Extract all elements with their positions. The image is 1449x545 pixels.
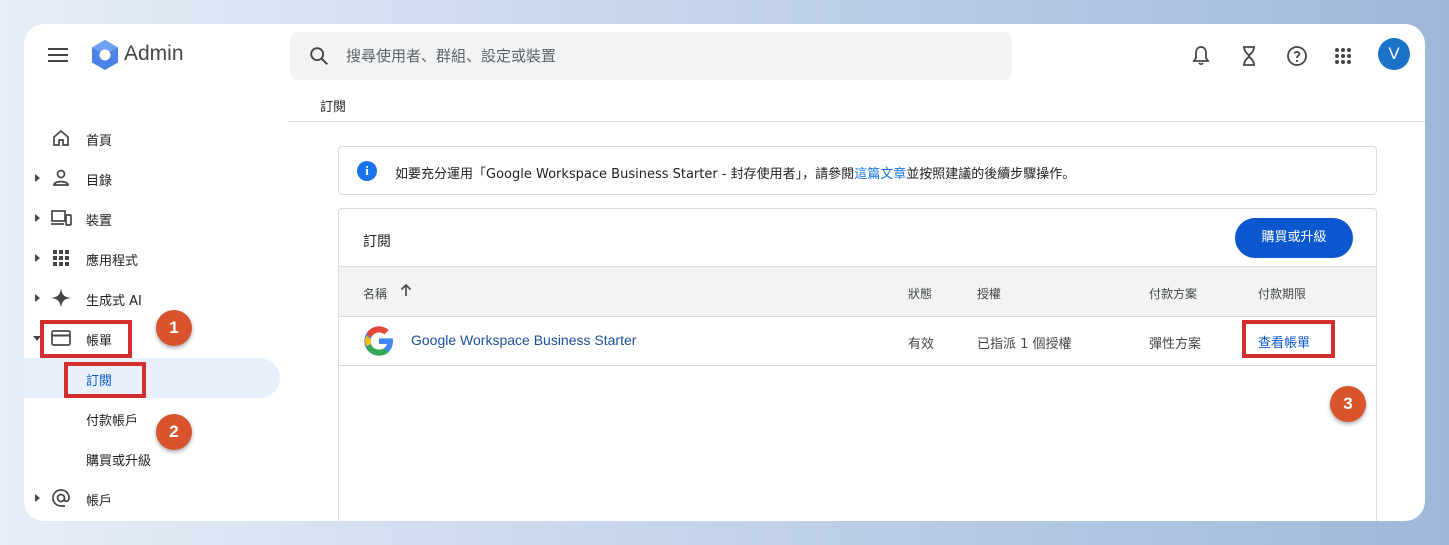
home-icon [53,129,69,146]
google-apps-icon[interactable] [1331,44,1355,68]
product-name-link[interactable]: Google Workspace Business Starter [411,332,636,348]
sidebar-item-label: 付款帳戶 [86,414,139,429]
table-row[interactable]: Google Workspace Business Starter 有效 已指派… [339,317,1376,366]
sidebar-item-devices[interactable]: 裝置 [24,198,280,238]
status-cell: 有效 [908,337,935,352]
admin-logo-icon[interactable] [88,38,122,72]
column-header-licenses: 授權 [977,287,1002,301]
sparkle-icon [51,288,71,308]
sidebar-item-label: 裝置 [86,214,113,229]
search-icon [310,47,328,65]
licenses-cell: 已指派 1 個授權 [977,337,1072,352]
sidebar-item-apps[interactable]: 應用程式 [24,238,280,278]
sidebar-item-label: 目錄 [86,174,113,189]
hamburger-line [48,54,68,56]
devices-icon [51,210,72,226]
sidebar-item-label: 應用程式 [86,254,139,269]
expand-arrow-icon[interactable] [35,214,40,222]
admin-window: Admin V [24,24,1425,521]
left-navigation: 首頁 目錄 裝置 應用程式 生成式 AI 帳單 訂閱 付款帳戶 購買或升級 帳戶… [24,118,288,521]
search-bar[interactable] [290,32,1012,80]
highlight-box-view-bill [1242,320,1335,358]
buy-or-upgrade-button[interactable]: 購買或升級 [1235,218,1353,258]
at-sign-icon [52,489,70,507]
subscriptions-card: 訂閱 購買或升級 名稱 狀態 授權 付款方案 付款期限 Google Works… [338,208,1377,521]
table-header: 名稱 狀態 授權 付款方案 付款期限 [339,266,1376,317]
expand-arrow-icon[interactable] [35,294,40,302]
sidebar-item-label: 生成式 AI [86,294,142,309]
sidebar-item-account[interactable]: 帳戶 [24,478,280,518]
callout-badge-2: 2 [156,414,192,450]
expand-arrow-icon[interactable] [35,494,40,502]
info-banner: i 如要充分運用「Google Workspace Business Start… [338,146,1377,195]
breadcrumb: 訂閱 [288,88,1425,122]
breadcrumb-current: 訂閱 [320,100,347,115]
sidebar-item-payment-accounts[interactable]: 付款帳戶 [24,398,280,438]
sidebar-item-directory[interactable]: 目錄 [24,158,280,198]
highlight-box-subscriptions [64,362,146,398]
info-article-link[interactable]: 這篇文章 [854,167,906,182]
column-header-name[interactable]: 名稱 [363,285,387,302]
sidebar-item-generative-ai[interactable]: 生成式 AI [24,278,280,318]
sidebar-item-subscriptions[interactable]: 訂閱 [24,358,280,398]
hourglass-tasks-icon[interactable] [1237,44,1261,68]
sidebar-item-label: 帳戶 [86,494,113,509]
info-text: 如要充分運用「Google Workspace Business Starter… [395,167,855,182]
top-bar: Admin V [24,24,1425,88]
expand-arrow-icon[interactable] [35,254,40,262]
callout-badge-1: 1 [156,310,192,346]
notifications-bell-icon[interactable] [1189,44,1213,68]
sidebar-item-label: 首頁 [86,134,113,149]
expand-arrow-icon[interactable] [35,174,40,182]
account-avatar[interactable]: V [1378,38,1410,70]
person-icon [53,169,69,186]
info-text: 並按照建議的後續步驟操作。 [906,167,1076,182]
column-header-plan: 付款方案 [1149,287,1198,301]
sidebar-item-buy-or-upgrade[interactable]: 購買或升級 [24,438,280,478]
help-icon[interactable] [1285,44,1309,68]
column-header-status: 狀態 [908,287,933,301]
sort-ascending-icon[interactable] [399,283,413,297]
highlight-box-billing [40,320,132,358]
callout-badge-3: 3 [1330,386,1366,422]
info-icon: i [357,161,377,181]
hamburger-line [48,60,68,62]
plan-cell: 彈性方案 [1149,337,1202,352]
card-title: 訂閱 [363,234,391,250]
column-header-payment-term: 付款期限 [1258,287,1307,301]
app-name[interactable]: Admin [124,42,184,66]
hamburger-icon [48,48,68,50]
apps-grid-icon [53,250,69,266]
main-menu-button[interactable] [48,44,70,66]
sidebar-item-label: 購買或升級 [86,454,152,469]
search-input[interactable] [346,32,986,80]
info-message: 如要充分運用「Google Workspace Business Starter… [395,163,1075,182]
google-logo-icon [364,326,393,356]
sidebar-item-home[interactable]: 首頁 [24,118,280,158]
